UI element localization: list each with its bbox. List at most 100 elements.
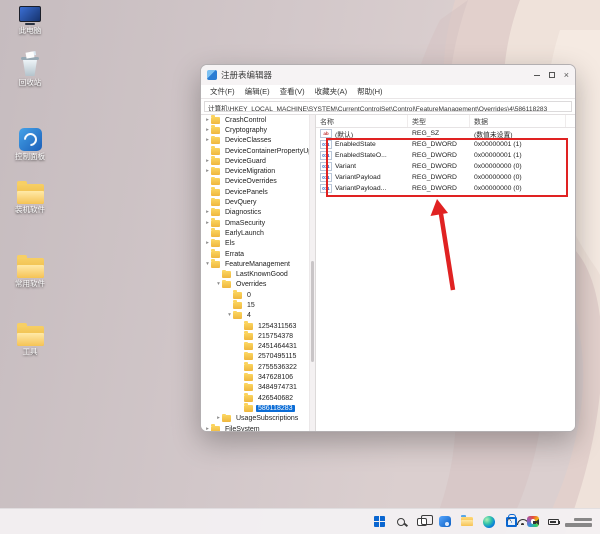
value-data-cell: 0x00000000 (0): [474, 185, 522, 192]
tree-item[interactable]: ▾ 4: [201, 310, 309, 321]
desktop-icon-folder-5[interactable]: 工具: [2, 323, 58, 356]
menu-item-0[interactable]: 文件(F): [205, 86, 240, 97]
tree-item[interactable]: ▸ CrashControl: [201, 115, 309, 125]
tree-item[interactable]: 1254311563: [201, 321, 309, 331]
menu-item-1[interactable]: 编辑(E): [240, 86, 275, 97]
address-bar: 计算机\HKEY_LOCAL_MACHINE\SYSTEM\CurrentCon…: [201, 99, 575, 115]
chevron-collapsed-icon[interactable]: ▸: [204, 426, 211, 431]
menu-bar: 文件(F) 编辑(E) 查看(V) 收藏夹(A) 帮助(H): [201, 85, 575, 99]
folder-icon: [222, 279, 231, 289]
chevron-collapsed-icon[interactable]: ▸: [204, 127, 211, 134]
tree-item[interactable]: 0: [201, 290, 309, 300]
taskbar-file-explorer-icon[interactable]: [458, 511, 476, 532]
folder-icon: [211, 156, 220, 165]
taskbar-start-icon[interactable]: [370, 511, 388, 532]
desktop-icon-computer-0[interactable]: 此电脑: [2, 6, 58, 35]
value-data-cell: (数值未设置): [474, 131, 513, 139]
tree-item[interactable]: 2755536322: [201, 362, 309, 372]
network-icon[interactable]: [517, 519, 527, 525]
tree-item[interactable]: 3484974731: [201, 382, 309, 393]
registry-values-pane: 名称 类型 数据 ab (默认) REG_SZ (数值未设置) 011 EnabledStat…: [315, 115, 575, 431]
menu-item-3[interactable]: 收藏夹(A): [310, 86, 353, 97]
chevron-collapsed-icon[interactable]: ▸: [204, 117, 211, 124]
tree-item-label: 2570495115: [258, 353, 297, 361]
scrollbar-thumb[interactable]: [311, 260, 314, 363]
tree-item[interactable]: 586118283: [201, 403, 309, 413]
menu-item-2[interactable]: 查看(V): [275, 86, 310, 97]
desktop-icon-folder-4[interactable]: 常用软件: [2, 255, 58, 288]
tree-item[interactable]: Errata: [201, 249, 309, 259]
reg-dword-icon: 011: [320, 140, 332, 149]
tree-item[interactable]: DeviceOverrides: [201, 176, 309, 187]
address-input[interactable]: 计算机\HKEY_LOCAL_MACHINE\SYSTEM\CurrentCon…: [204, 101, 572, 112]
tree-item[interactable]: ▸ Cryptography: [201, 125, 309, 135]
tree-item[interactable]: 215754378: [201, 331, 309, 341]
column-header-2[interactable]: 数据: [470, 115, 566, 127]
menu-item-4[interactable]: 帮助(H): [352, 86, 387, 97]
volume-icon[interactable]: [533, 518, 542, 527]
chevron-collapsed-icon[interactable]: ▸: [204, 168, 211, 175]
registry-value-row[interactable]: 011 EnabledState REG_DWORD 0x00000001 (1): [316, 139, 575, 150]
minimize-button[interactable]: [534, 74, 541, 76]
chevron-collapsed-icon[interactable]: ▸: [215, 415, 222, 422]
chevron-collapsed-icon[interactable]: ▸: [204, 209, 211, 216]
tree-item-label: Overrides: [236, 281, 267, 289]
window-titlebar[interactable]: 注册表编辑器 ×: [201, 65, 575, 85]
registry-value-row[interactable]: ab (默认) REG_SZ (数值未设置): [316, 128, 575, 139]
tree-item[interactable]: 2451464431: [201, 341, 309, 352]
taskbar-search-icon[interactable]: [392, 511, 410, 532]
tree-item-label: UsageSubscriptions: [236, 415, 299, 423]
tree-item[interactable]: 2570495115: [201, 351, 309, 362]
folder-icon: [222, 413, 231, 423]
tree-item[interactable]: ▸ DeviceClasses: [201, 135, 309, 146]
column-header-1[interactable]: 类型: [408, 115, 470, 127]
value-data-cell: 0x00000000 (0): [474, 163, 522, 170]
registry-value-row[interactable]: 011 EnabledStateO... REG_DWORD 0x00000001 (…: [316, 150, 575, 161]
reg-sz-icon: ab: [320, 129, 332, 138]
chevron-collapsed-icon[interactable]: ▸: [204, 158, 211, 165]
registry-value-row[interactable]: 011 Variant REG_DWORD 0x00000000 (0): [316, 161, 575, 172]
chevron-expanded-icon[interactable]: ▾: [215, 281, 222, 288]
registry-value-row[interactable]: 011 VariantPayload REG_DWORD 0x00000000 (0): [316, 172, 575, 183]
chevron-collapsed-icon[interactable]: ▸: [204, 240, 211, 247]
desktop-icon-app-2[interactable]: 控制面板: [2, 128, 58, 161]
close-button[interactable]: ×: [564, 70, 569, 80]
tree-item[interactable]: 347628106: [201, 372, 309, 382]
taskbar-system-tray: ^: [507, 509, 592, 534]
registry-value-row[interactable]: 011 VariantPayload... REG_DWORD 0x00000000 …: [316, 183, 575, 194]
taskbar-edge-icon[interactable]: [480, 511, 498, 532]
chevron-expanded-icon[interactable]: ▾: [226, 312, 233, 319]
tree-item[interactable]: ▸ Diagnostics: [201, 207, 309, 218]
tree-item[interactable]: ▸ DmaSecurity: [201, 218, 309, 228]
tree-item[interactable]: 15: [201, 300, 309, 310]
tree-item[interactable]: ▸ Els: [201, 238, 309, 249]
tree-item[interactable]: ▾ FeatureManagement: [201, 259, 309, 269]
tree-item[interactable]: ▾ Overrides: [201, 279, 309, 290]
tree-item[interactable]: DeviceContainerPropertyUpdateEvents: [201, 146, 309, 156]
taskbar-task-view-icon[interactable]: [414, 511, 433, 532]
folder-icon: [211, 424, 220, 431]
chevron-expanded-icon[interactable]: ▾: [204, 261, 211, 268]
battery-icon[interactable]: [548, 519, 561, 525]
taskbar-widgets-icon[interactable]: [436, 511, 454, 532]
tray-chevron-icon[interactable]: ^: [507, 518, 511, 526]
maximize-button[interactable]: [549, 72, 555, 78]
tree-item-label: Els: [225, 240, 235, 248]
chevron-collapsed-icon[interactable]: ▸: [204, 137, 211, 144]
clock-date-area[interactable]: [565, 517, 592, 527]
tree-item[interactable]: ▸ UsageSubscriptions: [201, 413, 309, 424]
tree-item[interactable]: ▸ FileSystem: [201, 424, 309, 431]
tree-item[interactable]: DevicePanels: [201, 187, 309, 197]
chevron-collapsed-icon[interactable]: ▸: [204, 220, 211, 227]
desktop: 此电脑回收站控制面板装机软件常用软件工具 注册表编辑器 × 文件(F) 编辑(E)…: [0, 0, 600, 534]
value-name-text: Variant: [335, 163, 357, 170]
tree-item[interactable]: ▸ DeviceGuard: [201, 156, 309, 166]
tree-item[interactable]: 426540682: [201, 393, 309, 403]
tree-item[interactable]: DevQuery: [201, 197, 309, 207]
desktop-icon-recycle-1[interactable]: 回收站: [2, 51, 58, 87]
tree-item[interactable]: ▸ DeviceMigration: [201, 166, 309, 176]
desktop-icon-folder-3[interactable]: 装机软件: [2, 181, 58, 214]
tree-item[interactable]: LastKnownGood: [201, 269, 309, 279]
tree-item[interactable]: EarlyLaunch: [201, 228, 309, 238]
column-header-0[interactable]: 名称: [316, 115, 408, 127]
